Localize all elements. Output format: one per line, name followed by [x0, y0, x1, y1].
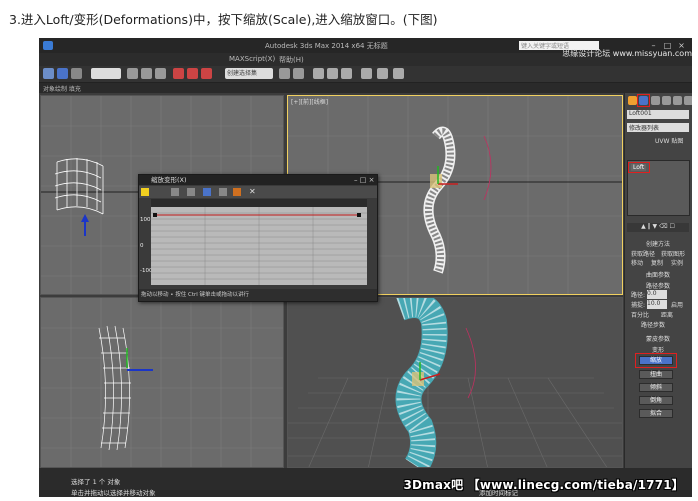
scale-control-point-icon[interactable] — [219, 188, 227, 196]
snap-label: 捕捉: — [631, 302, 646, 309]
main-toolbar: 创建选择集 — [39, 66, 692, 83]
enable-checkbox[interactable]: 启用 — [671, 300, 689, 309]
render-setup-icon[interactable] — [377, 68, 388, 79]
angle-snap-icon[interactable] — [187, 68, 198, 79]
selection-set-dropdown[interactable]: 创建选择集 — [225, 68, 273, 79]
snap-field[interactable]: 10.0 — [647, 300, 667, 309]
viewport-left[interactable] — [40, 297, 284, 468]
surface-params-rollout[interactable]: 曲面参数 — [627, 270, 689, 279]
percent-snap-icon[interactable] — [201, 68, 212, 79]
snap-icon[interactable] — [173, 68, 184, 79]
object-name-field[interactable]: Loft001 — [627, 110, 689, 119]
get-shape-button[interactable]: 获取图形 — [661, 249, 689, 258]
motion-tab-icon[interactable] — [662, 96, 671, 105]
dialog-title: 缩放变形(X) — [139, 175, 377, 185]
display-xy-icon[interactable] — [171, 188, 179, 196]
modifier-list-dropdown[interactable]: 修改器列表 — [627, 123, 689, 132]
skin-params-rollout[interactable]: 蒙皮参数 — [627, 334, 689, 343]
material-editor-icon[interactable] — [361, 68, 372, 79]
scale-deformation-dialog[interactable]: 缩放变形(X) – □ × ✕ 100 0 -100 拖动以移动 • 按住 Ct… — [138, 174, 378, 302]
site-watermark: 3Dmax吧 【www.linecg.com/tieba/1771】 — [403, 478, 684, 492]
viewport-perspective-canvas — [288, 298, 622, 467]
ribbon-bar: 对象绘制 填充 — [39, 83, 692, 93]
hierarchy-tab-icon[interactable] — [651, 96, 660, 105]
rotate-icon[interactable] — [141, 68, 152, 79]
status-selected: 选择了 1 个 对象 — [71, 478, 121, 486]
scale-highlight — [635, 353, 677, 368]
bevel-button[interactable]: 倒角 — [639, 396, 673, 405]
path-steps-radio[interactable]: 路径步数 — [641, 320, 681, 329]
y-tick-0: 0 — [140, 243, 144, 249]
swap-icon[interactable] — [187, 188, 195, 196]
tutorial-caption: 3.进入Loft/变形(Deformations)中，按下缩放(Scale),进… — [9, 12, 438, 27]
viewport-perspective[interactable] — [287, 297, 623, 468]
dialog-ruler — [151, 199, 367, 207]
percent-radio[interactable]: 百分比 — [631, 310, 659, 319]
get-path-button[interactable]: 获取路径 — [631, 249, 659, 258]
ribbon-label: 对象绘制 填充 — [43, 86, 81, 93]
move-radio[interactable]: 移动 — [631, 258, 649, 267]
scale-curve-canvas — [151, 207, 367, 285]
loft-highlight — [628, 162, 650, 173]
path-params-rollout[interactable]: 路径参数 — [627, 281, 689, 290]
select-region-icon[interactable] — [71, 68, 82, 79]
move-control-point-icon[interactable] — [203, 188, 211, 196]
undo-icon[interactable] — [43, 68, 54, 79]
creation-method-rollout[interactable]: 创建方法 — [627, 239, 689, 248]
control-point-end[interactable] — [357, 213, 361, 217]
make-symmetrical-icon[interactable] — [141, 188, 149, 196]
fit-button[interactable]: 拟合 — [639, 409, 673, 418]
layer-icon[interactable] — [313, 68, 324, 79]
menu-maxscript[interactable]: MAXScript(X) — [229, 55, 275, 63]
select-icon[interactable] — [57, 68, 68, 79]
path-field[interactable]: 0.0 — [647, 290, 667, 299]
curve-editor-icon[interactable] — [327, 68, 338, 79]
uvw-map-button[interactable]: UVW 贴图 — [655, 136, 689, 145]
dialog-toolbar: ✕ — [139, 186, 377, 198]
path-label: 路径: — [631, 292, 646, 299]
mirror-icon[interactable] — [279, 68, 290, 79]
distance-radio[interactable]: 距离 — [661, 310, 689, 319]
forum-watermark: 思缘设计论坛 www.missyuan.com — [562, 49, 692, 58]
filter-dropdown[interactable] — [91, 68, 121, 79]
align-icon[interactable] — [293, 68, 304, 79]
status-hint: 单击并拖动以选择并移动对象 — [71, 489, 156, 497]
twist-button[interactable]: 扭曲 — [639, 370, 673, 379]
delete-control-point-icon[interactable]: ✕ — [249, 187, 256, 196]
move-icon[interactable] — [127, 68, 138, 79]
insert-corner-point-icon[interactable] — [233, 188, 241, 196]
instance-radio[interactable]: 实例 — [671, 258, 689, 267]
app-logo-icon[interactable] — [43, 41, 53, 50]
stack-tools: ▲ ‖ ▼ ⌫ ☐ — [627, 223, 689, 232]
display-tab-icon[interactable] — [673, 96, 682, 105]
copy-radio[interactable]: 复制 — [651, 258, 669, 267]
command-panel: Loft001 修改器列表 UVW 贴图 Loft ▲ ‖ ▼ ⌫ ☐ 创建方法… — [624, 93, 692, 468]
modify-tab-highlight — [637, 94, 650, 107]
control-point-start[interactable] — [153, 213, 157, 217]
menu-help[interactable]: 帮助(H) — [279, 55, 304, 65]
window-title: Autodesk 3ds Max 2014 x64 无标题 — [265, 42, 388, 50]
modifier-stack[interactable]: Loft — [627, 160, 690, 216]
teeter-button[interactable]: 倾斜 — [639, 383, 673, 392]
schematic-icon[interactable] — [341, 68, 352, 79]
create-tab-icon[interactable] — [628, 96, 637, 105]
y-tick-100: 100 — [140, 217, 151, 223]
utilities-tab-icon[interactable] — [684, 96, 692, 105]
max-app-window: Autodesk 3ds Max 2014 x64 无标题 键入关键字或短语 –… — [39, 38, 692, 497]
viewport-left-canvas — [41, 298, 283, 467]
dialog-window-controls[interactable]: – □ × — [354, 176, 374, 184]
scale-curve-graph[interactable] — [151, 207, 367, 285]
dialog-status-bar: 拖动以移动 • 按住 Ctrl 键单击或拖动以讲行 — [139, 289, 377, 301]
render-icon[interactable] — [393, 68, 404, 79]
scale-icon[interactable] — [155, 68, 166, 79]
